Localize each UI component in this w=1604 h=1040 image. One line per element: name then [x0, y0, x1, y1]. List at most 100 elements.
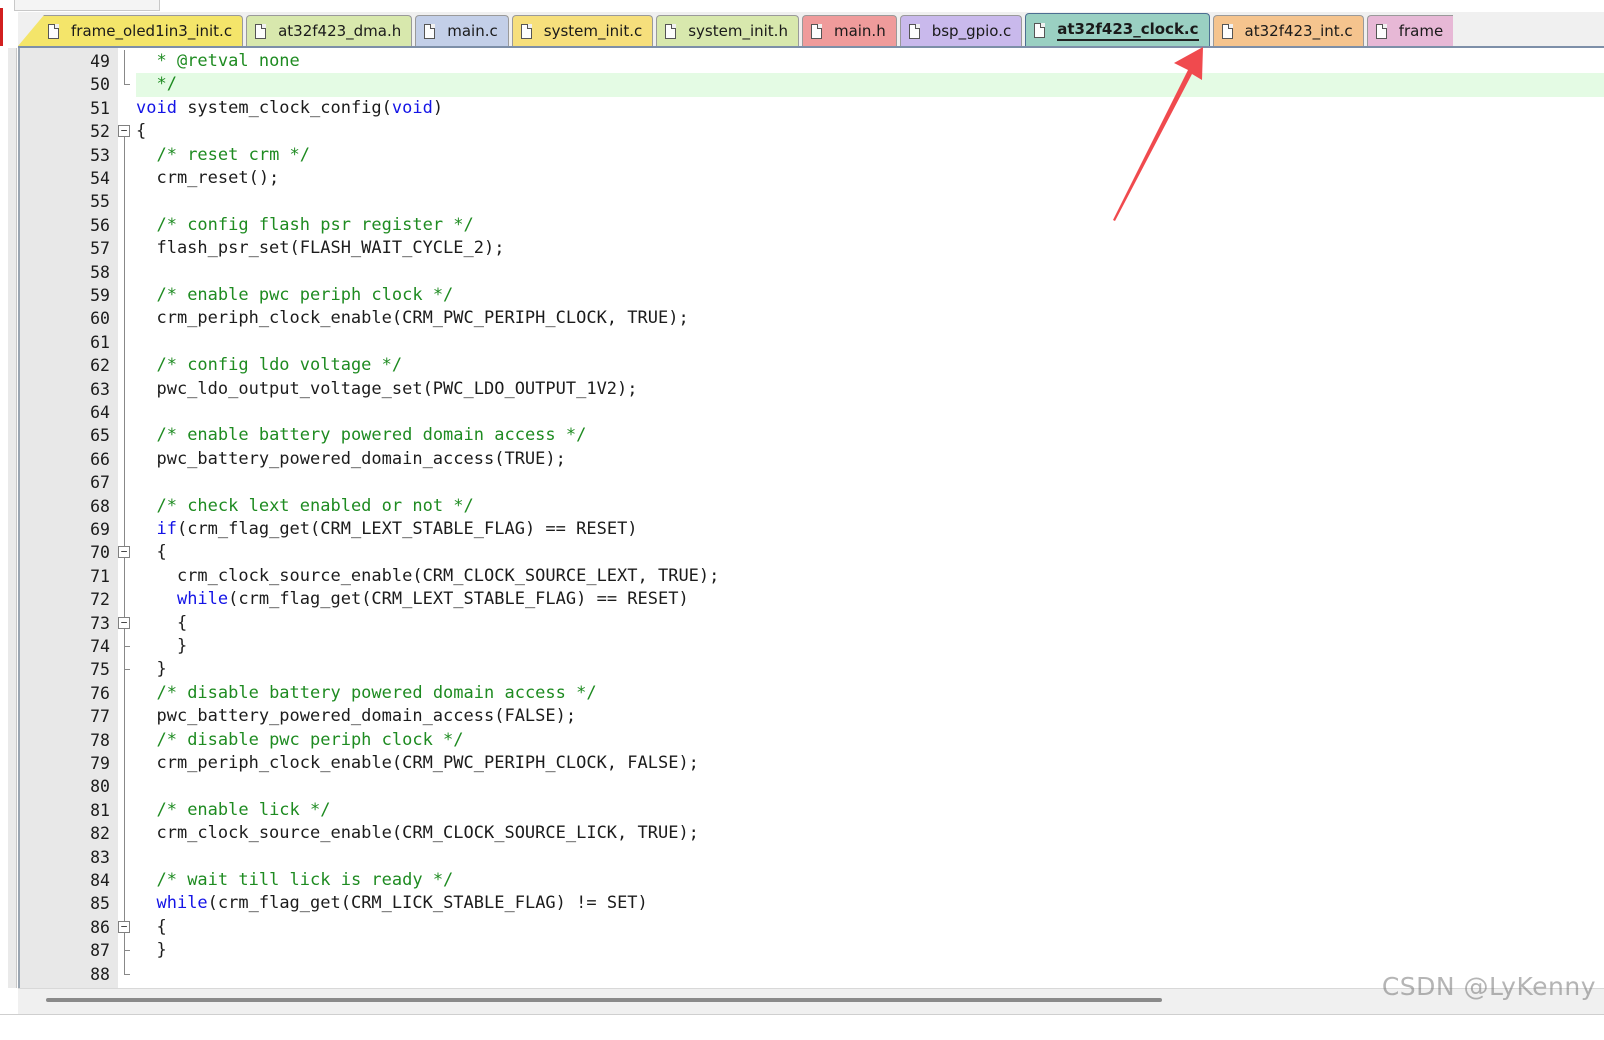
code-line[interactable]: 66 pwc_battery_powered_domain_access(TRU…	[20, 447, 1604, 472]
code-text[interactable]: pwc_battery_powered_domain_access(TRUE);	[136, 448, 1604, 471]
code-line[interactable]: 67	[20, 471, 1604, 495]
tab-at32f423-int-c[interactable]: at32f423_int.c	[1212, 15, 1364, 46]
code-text[interactable]: /* config ldo voltage */	[136, 354, 1604, 377]
code-line[interactable]: 64	[20, 401, 1604, 425]
code-line[interactable]: 49 * @retval none	[20, 50, 1604, 74]
tab-main-c[interactable]: main.c	[415, 15, 509, 46]
tab-system-init-h[interactable]: system_init.h	[656, 15, 799, 46]
code-text[interactable]: * @retval none	[136, 50, 1604, 73]
tab-system-init-c[interactable]: system_init.c	[511, 15, 654, 46]
fold-toggle-icon[interactable]: −	[118, 915, 132, 940]
code-line[interactable]: 85 while(crm_flag_get(CRM_LICK_STABLE_FL…	[20, 892, 1604, 916]
code-line[interactable]: 78 /* disable pwc periph clock */	[20, 728, 1604, 752]
code-line[interactable]: 76 /* disable battery powered domain acc…	[20, 681, 1604, 706]
code-line[interactable]: 55	[20, 190, 1604, 214]
code-line[interactable]: 81 /* enable lick */	[20, 798, 1604, 823]
code-line[interactable]: 73− {	[20, 611, 1604, 635]
code-text[interactable]: while(crm_flag_get(CRM_LEXT_STABLE_FLAG)…	[136, 588, 1604, 611]
fold-toggle-icon[interactable]: −	[118, 120, 132, 144]
code-line[interactable]: 80	[20, 775, 1604, 799]
fold-toggle-icon[interactable]: −	[118, 611, 132, 635]
code-text[interactable]: flash_psr_set(FLASH_WAIT_CYCLE_2);	[136, 237, 1604, 260]
code-text[interactable]: crm_reset();	[136, 167, 1604, 190]
code-line[interactable]: 56 /* config flash psr register */	[20, 213, 1604, 238]
fold-guide-line	[118, 50, 132, 74]
code-text[interactable]: crm_clock_source_enable(CRM_CLOCK_SOURCE…	[136, 565, 1604, 588]
tab-bsp-gpio-c[interactable]: bsp_gpio.c	[899, 15, 1023, 46]
code-line[interactable]: 68 /* check lext enabled or not */	[20, 494, 1604, 518]
code-line[interactable]: 70− {	[20, 541, 1604, 565]
code-text[interactable]: void system_clock_config(void)	[136, 97, 1604, 120]
code-line[interactable]: 74 }	[20, 635, 1604, 659]
code-line[interactable]: 65 /* enable battery powered domain acce…	[20, 424, 1604, 448]
code-text[interactable]: }	[136, 658, 1604, 681]
code-line[interactable]: 79 crm_periph_clock_enable(CRM_PWC_PERIP…	[20, 752, 1604, 776]
code-text[interactable]: /* enable battery powered domain access …	[136, 424, 1604, 447]
code-text[interactable]: if(crm_flag_get(CRM_LEXT_STABLE_FLAG) ==…	[136, 518, 1604, 541]
code-line[interactable]: 82 crm_clock_source_enable(CRM_CLOCK_SOU…	[20, 822, 1604, 846]
code-line[interactable]: 59 /* enable pwc periph clock */	[20, 284, 1604, 308]
horizontal-scrollbar-thumb[interactable]	[46, 998, 1162, 1002]
code-text[interactable]	[136, 261, 1604, 284]
code-text[interactable]	[136, 401, 1604, 424]
code-text[interactable]: {	[136, 612, 1604, 635]
code-text[interactable]: /* reset crm */	[136, 144, 1604, 167]
code-line[interactable]: 62 /* config ldo voltage */	[20, 354, 1604, 378]
code-text[interactable]: crm_periph_clock_enable(CRM_PWC_PERIPH_C…	[136, 752, 1604, 775]
code-editor[interactable]: 49 * @retval none 50 */51 void system_cloc…	[18, 48, 1604, 988]
code-text[interactable]: while(crm_flag_get(CRM_LICK_STABLE_FLAG)…	[136, 892, 1604, 915]
code-text[interactable]: /* disable battery powered domain access…	[136, 682, 1604, 705]
code-line[interactable]: 84 /* wait till lick is ready */	[20, 869, 1604, 893]
code-line[interactable]: 52−{	[20, 120, 1604, 144]
code-text[interactable]: /* wait till lick is ready */	[136, 869, 1604, 892]
tab-frame[interactable]: frame	[1366, 15, 1454, 46]
code-line[interactable]: 86− {	[20, 915, 1604, 940]
code-text[interactable]	[136, 190, 1604, 213]
horizontal-scrollbar[interactable]	[18, 988, 1604, 1015]
code-line[interactable]: 72 while(crm_flag_get(CRM_LEXT_STABLE_FL…	[20, 588, 1604, 612]
tab-frame-oled1in3-init-c[interactable]: frame_oled1in3_init.c	[18, 15, 244, 46]
code-line[interactable]: 50 */	[20, 73, 1604, 97]
code-line[interactable]: 57 flash_psr_set(FLASH_WAIT_CYCLE_2);	[20, 237, 1604, 261]
code-text[interactable]: }	[136, 939, 1604, 962]
code-text[interactable]: /* disable pwc periph clock */	[136, 729, 1604, 752]
code-line[interactable]: 54 crm_reset();	[20, 167, 1604, 191]
code-text[interactable]: {	[136, 916, 1604, 939]
code-text[interactable]: /* enable pwc periph clock */	[136, 284, 1604, 307]
code-text[interactable]	[136, 331, 1604, 354]
code-text[interactable]: pwc_battery_powered_domain_access(FALSE)…	[136, 705, 1604, 728]
line-number: 74	[90, 637, 110, 656]
code-line[interactable]: 53 /* reset crm */	[20, 143, 1604, 167]
code-comment: /* enable battery powered domain access …	[156, 425, 587, 446]
fold-toggle-icon[interactable]: −	[118, 541, 132, 565]
code-text[interactable]: }	[136, 635, 1604, 658]
code-line[interactable]: 88	[20, 962, 1604, 986]
code-line[interactable]: 71 crm_clock_source_enable(CRM_CLOCK_SOU…	[20, 564, 1604, 589]
tab-main-h[interactable]: main.h	[801, 15, 897, 46]
code-text[interactable]: pwc_ldo_output_voltage_set(PWC_LDO_OUTPU…	[136, 378, 1604, 401]
code-text[interactable]: /* enable lick */	[136, 799, 1604, 822]
code-line[interactable]: 83	[20, 845, 1604, 869]
code-text[interactable]: {	[136, 541, 1604, 564]
code-line[interactable]: 60 crm_periph_clock_enable(CRM_PWC_PERIP…	[20, 307, 1604, 331]
code-text[interactable]: */	[136, 73, 1604, 97]
code-text[interactable]	[136, 471, 1604, 494]
code-line[interactable]: 58	[20, 260, 1604, 284]
code-text[interactable]: {	[136, 120, 1604, 143]
code-text[interactable]: crm_periph_clock_enable(CRM_PWC_PERIPH_C…	[136, 307, 1604, 330]
code-line[interactable]: 77 pwc_battery_powered_domain_access(FAL…	[20, 705, 1604, 729]
code-line[interactable]: 51 void system_clock_config(void)	[20, 97, 1604, 120]
code-line[interactable]: 75 }	[20, 658, 1604, 682]
code-text[interactable]: /* config flash psr register */	[136, 214, 1604, 237]
code-line[interactable]: 63 pwc_ldo_output_voltage_set(PWC_LDO_OU…	[20, 377, 1604, 401]
code-text[interactable]: /* check lext enabled or not */	[136, 495, 1604, 518]
tab-at32f423-dma-h[interactable]: at32f423_dma.h	[246, 15, 413, 46]
code-text[interactable]	[136, 846, 1604, 869]
code-line[interactable]: 69 if(crm_flag_get(CRM_LEXT_STABLE_FLAG)…	[20, 518, 1604, 542]
tab-at32f423-clock-c[interactable]: at32f423_clock.c	[1025, 13, 1210, 46]
code-text[interactable]: crm_clock_source_enable(CRM_CLOCK_SOURCE…	[136, 822, 1604, 845]
code-line[interactable]: 87 }	[20, 939, 1604, 963]
code-line[interactable]: 61	[20, 330, 1604, 355]
watermark-text: CSDN @LyKenny	[1381, 972, 1596, 1001]
code-text[interactable]	[136, 775, 1604, 798]
